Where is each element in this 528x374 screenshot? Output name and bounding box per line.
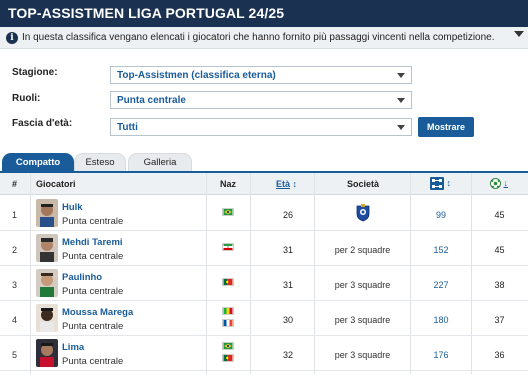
age-cell: 30 bbox=[282, 315, 293, 325]
passes-cell[interactable]: 99 bbox=[411, 210, 471, 220]
rank-cell: 4 bbox=[12, 315, 18, 325]
player-name-link[interactable]: Lima bbox=[62, 342, 84, 353]
flag-iran-icon bbox=[222, 243, 234, 251]
rank-cell: 1 bbox=[12, 210, 18, 220]
role-select[interactable]: Punta centrale bbox=[110, 91, 412, 109]
sort-icon: ↕ bbox=[292, 179, 298, 189]
age-cell: 26 bbox=[282, 210, 293, 220]
player-name-link[interactable]: Paulinho bbox=[62, 272, 102, 283]
player-role: Punta centrale bbox=[62, 216, 124, 227]
col-goals[interactable]: ↓ bbox=[490, 178, 509, 190]
player-photo[interactable] bbox=[36, 199, 58, 227]
season-select-value: Top-Assistmen (classifica eterna) bbox=[117, 70, 276, 81]
passes-cell[interactable]: 152 bbox=[411, 245, 471, 255]
col-nationality: Naz bbox=[220, 179, 237, 189]
age-label: Fascia d'età: bbox=[12, 118, 73, 129]
flag-brazil-icon bbox=[222, 208, 234, 216]
player-photo[interactable] bbox=[36, 234, 58, 262]
col-club: Società bbox=[347, 179, 380, 189]
flag-france-icon bbox=[222, 319, 234, 327]
passes-cell[interactable]: 180 bbox=[411, 315, 471, 325]
club-cell[interactable]: per 3 squadre bbox=[315, 350, 410, 360]
season-label: Stagione: bbox=[12, 67, 58, 78]
age-cell: 31 bbox=[282, 280, 293, 290]
flag-portugal-icon bbox=[222, 354, 234, 362]
table-row: 1 Hulk Punta centrale 26 99 45 bbox=[0, 196, 528, 231]
player-role: Punta centrale bbox=[62, 321, 124, 332]
table-header: # Giocatori Naz Età ↕ Società ↕ ↓ bbox=[0, 173, 528, 195]
player-role: Punta centrale bbox=[62, 356, 124, 367]
table-row: 3 Paulinho Punta centrale 31 per 3 squad… bbox=[0, 266, 528, 301]
player-photo[interactable] bbox=[36, 339, 58, 367]
show-button[interactable]: Mostrare bbox=[418, 117, 474, 137]
info-icon: i bbox=[6, 32, 18, 44]
age-select-value: Tutti bbox=[117, 122, 138, 133]
player-name-link[interactable]: Moussa Marega bbox=[62, 307, 133, 318]
club-cell[interactable]: per 2 squadre bbox=[315, 245, 410, 255]
age-select[interactable]: Tutti bbox=[110, 118, 412, 136]
sort-icon: ↕ bbox=[446, 177, 452, 188]
rank-cell: 2 bbox=[12, 245, 18, 255]
chevron-down-icon bbox=[397, 73, 405, 78]
info-text: In questa classifica vengano elencati i … bbox=[22, 32, 495, 43]
goals-cell: 37 bbox=[494, 315, 505, 325]
page-title: Top-Assistmen Liga Portugal 24/25 bbox=[0, 0, 528, 27]
role-select-value: Punta centrale bbox=[117, 95, 186, 106]
goals-cell: 45 bbox=[494, 210, 505, 220]
col-age[interactable]: Età ↕ bbox=[276, 179, 297, 189]
tab-extended[interactable]: Esteso bbox=[74, 153, 126, 171]
flag-brazil-icon bbox=[222, 342, 234, 350]
season-select[interactable]: Top-Assistmen (classifica eterna) bbox=[110, 66, 412, 84]
goals-cell: 45 bbox=[494, 245, 505, 255]
age-cell: 31 bbox=[282, 245, 293, 255]
age-cell: 32 bbox=[282, 350, 293, 360]
col-passes[interactable]: ↕ bbox=[430, 177, 451, 190]
player-name-link[interactable]: Mehdi Taremi bbox=[62, 237, 123, 248]
table-row: 5 Lima Punta centrale 32 per 3 squadre 1… bbox=[0, 336, 528, 371]
player-role: Punta centrale bbox=[62, 251, 124, 262]
goals-cell: 38 bbox=[494, 280, 505, 290]
col-players: Giocatori bbox=[36, 179, 76, 189]
info-bar: i In questa classifica vengano elencati … bbox=[0, 27, 528, 49]
club-cell[interactable]: per 3 squadre bbox=[315, 280, 410, 290]
passes-cell[interactable]: 176 bbox=[411, 350, 471, 360]
passes-cell[interactable]: 227 bbox=[411, 280, 471, 290]
tab-gallery[interactable]: Galleria bbox=[128, 153, 192, 171]
chevron-down-icon bbox=[397, 98, 405, 103]
col-rank: # bbox=[12, 179, 18, 189]
tab-compact[interactable]: Compatto bbox=[2, 153, 74, 171]
player-photo[interactable] bbox=[36, 269, 58, 297]
collapse-triangle-icon[interactable] bbox=[514, 31, 524, 37]
flag-portugal-icon bbox=[222, 278, 234, 286]
goals-cell: 36 bbox=[494, 350, 505, 360]
player-role: Punta centrale bbox=[62, 286, 124, 297]
table-row: 2 Mehdi Taremi Punta centrale 31 per 2 s… bbox=[0, 231, 528, 266]
player-name-link[interactable]: Hulk bbox=[62, 202, 83, 213]
flag-mali-icon bbox=[222, 307, 234, 315]
player-photo[interactable] bbox=[36, 304, 58, 332]
porto-crest-icon[interactable] bbox=[355, 204, 371, 222]
sort-icon: ↓ bbox=[503, 178, 509, 188]
assist-icon bbox=[430, 177, 444, 190]
chevron-down-icon bbox=[397, 125, 405, 130]
club-cell[interactable]: per 3 squadre bbox=[315, 315, 410, 325]
role-label: Ruoli: bbox=[12, 93, 41, 104]
col-age-label: Età bbox=[276, 179, 291, 189]
rank-cell: 5 bbox=[12, 350, 18, 360]
rank-cell: 3 bbox=[12, 280, 18, 290]
table-row: 4 Moussa Marega Punta centrale 30 per 3 … bbox=[0, 301, 528, 336]
goal-ball-icon bbox=[490, 178, 501, 190]
